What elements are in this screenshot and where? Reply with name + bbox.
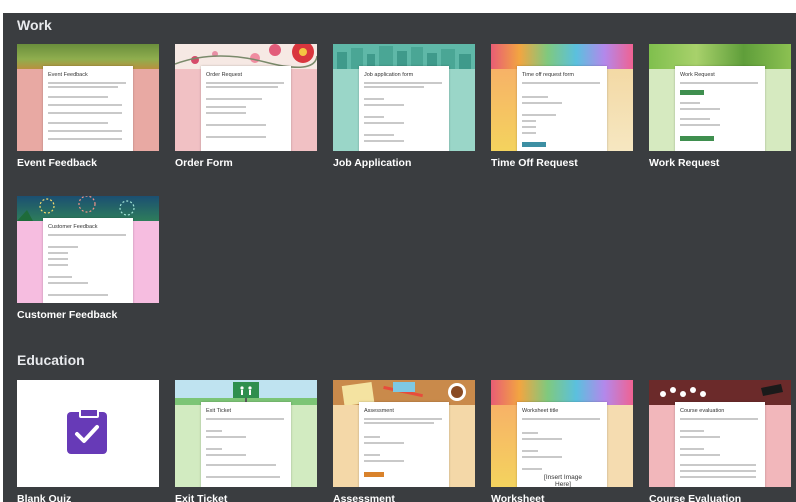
insert-image-placeholder: [Insert Image Here] [544,474,582,487]
section-title-education: Education [17,352,85,368]
form-title: Work Request [680,72,715,78]
quiz-clipboard-icon [67,412,107,454]
template-thumbnail: Time off request form [491,44,633,151]
template-order-form[interactable]: Order Request Order Form [175,44,317,169]
template-label: Event Feedback [17,157,97,169]
template-worksheet[interactable]: Worksheet title [Insert Image Here] Work… [491,380,633,502]
template-label: Blank Quiz [17,493,72,502]
template-thumbnail: Work Request [649,44,791,151]
template-label: Course Evaluation [649,493,742,502]
template-time-off-request[interactable]: Time off request form Time Off Request [491,44,633,169]
template-label: Work Request [649,157,720,169]
template-course-evaluation[interactable]: Course evaluation Course Evaluation [649,380,791,502]
template-label: Assessment [333,493,395,502]
form-title: Assessment [364,408,394,414]
template-thumbnail: Job application form [333,44,475,151]
template-label: Order Form [175,157,233,169]
form-title: Order Request [206,72,243,78]
template-label: Exit Ticket [175,493,228,502]
section-title-work: Work [17,17,52,33]
template-event-feedback[interactable]: Event Feedback Event Feedback [17,44,159,169]
form-title: Course evaluation [680,408,725,414]
template-gallery: Work Event Feedback Event Feedback Order… [3,13,796,502]
template-job-application[interactable]: Job application form Job Application [333,44,475,169]
template-label: Customer Feedback [17,309,118,321]
form-title: Worksheet title [522,408,559,414]
form-title: Customer Feedback [48,224,98,230]
template-label: Worksheet [491,493,545,502]
template-thumbnail [17,380,159,487]
template-thumbnail: Event Feedback [17,44,159,151]
template-exit-ticket[interactable]: Exit Ticket Exit Ticket [175,380,317,502]
template-blank-quiz[interactable]: Blank Quiz [17,380,159,502]
template-work-request[interactable]: Work Request Work Request [649,44,791,169]
template-label: Time Off Request [491,157,578,169]
template-thumbnail: Course evaluation [649,380,791,487]
template-thumbnail: Worksheet title [Insert Image Here] [491,380,633,487]
template-thumbnail: Assessment [333,380,475,487]
template-assessment[interactable]: Assessment Assessment [333,380,475,502]
form-title: Exit Ticket [206,408,232,414]
form-title: Job application form [364,72,414,78]
template-thumbnail: Order Request [175,44,317,151]
template-customer-feedback[interactable]: Customer Feedback Customer Feedback [17,196,159,321]
template-label: Job Application [333,157,412,169]
template-thumbnail: Customer Feedback [17,196,159,303]
form-title: Time off request form [522,72,574,78]
form-title: Event Feedback [48,72,88,78]
template-thumbnail: Exit Ticket [175,380,317,487]
